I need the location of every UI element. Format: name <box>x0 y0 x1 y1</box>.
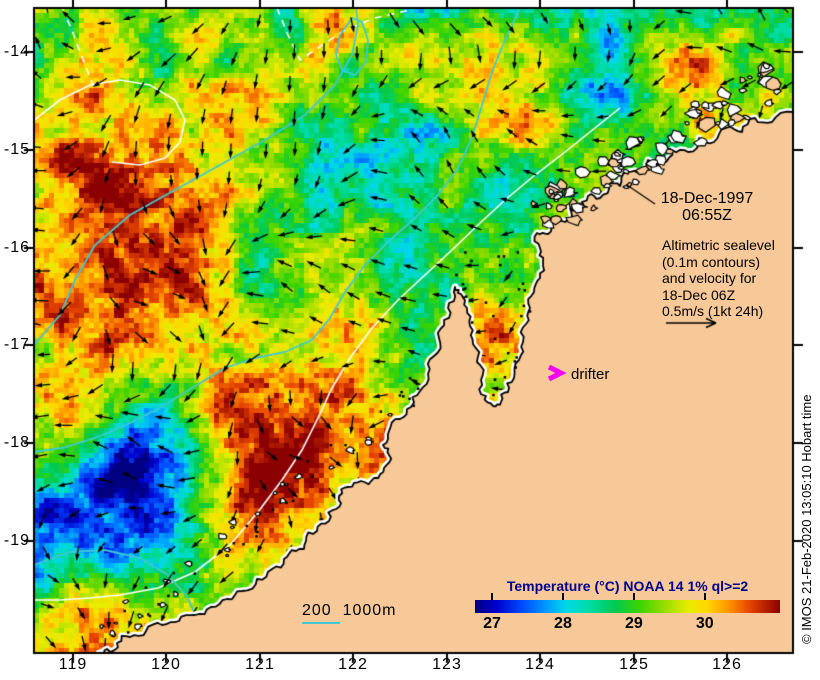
y-axis-tick-label: -18 <box>3 434 30 451</box>
x-axis-tick-label: 120 <box>151 656 181 673</box>
y-axis-tick-label: -14 <box>3 43 30 60</box>
colorbar-gradient <box>475 600 780 613</box>
colorbar-tick <box>632 593 635 600</box>
time-line: 06:55Z <box>682 207 732 224</box>
colorbar-tick <box>703 593 706 600</box>
annotation-line: 0.5m/s (1kt 24h) <box>662 303 764 320</box>
isobath-legend-line <box>302 622 340 624</box>
colorbar-tick-label: 28 <box>554 615 572 632</box>
date-line: 18-Dec-1997 <box>660 190 754 207</box>
sst-map-figure: 119 120 121 122 123 124 125 126 -14 -15 … <box>0 0 820 680</box>
annotation-line: 18-Dec 06Z <box>662 286 736 303</box>
y-axis-tick-label: -17 <box>3 336 30 353</box>
colorbar-tick-label: 30 <box>695 615 714 632</box>
colorbar-tick-label: 29 <box>624 615 643 632</box>
colorbar-tick <box>561 593 564 600</box>
x-axis-tick-label: 124 <box>525 656 555 673</box>
credit-text: © IMOS 21-Feb-2020 13:05:10 Hobart time <box>799 394 814 644</box>
x-axis-tick-label: 123 <box>432 656 462 673</box>
x-axis-tick-label: 122 <box>338 656 368 673</box>
drifter-label: drifter <box>571 366 610 383</box>
annotation-line: (0.1m contours) <box>662 253 761 270</box>
x-axis-tick-label: 126 <box>712 656 742 673</box>
y-axis-tick-label: -16 <box>3 239 30 256</box>
altimetry-annotation: Altimetric sealevel (0.1m contours) and … <box>662 237 775 320</box>
colorbar-tick-label: 27 <box>483 615 501 632</box>
isobath-legend-label: 200 1000m <box>302 602 397 619</box>
annotation-line: and velocity for <box>662 270 757 287</box>
x-axis-tick-label: 125 <box>619 656 649 673</box>
drifter-marker-icon <box>547 364 567 382</box>
colorbar-tick <box>491 593 494 600</box>
y-axis-tick-label: -19 <box>3 532 30 549</box>
x-axis-tick-label: 121 <box>245 656 275 673</box>
drifter-annotation: drifter <box>546 364 609 384</box>
annotation-line: Altimetric sealevel <box>662 237 775 253</box>
x-axis-tick-label: 119 <box>58 656 88 673</box>
y-axis-tick-label: -15 <box>3 141 30 158</box>
date-annotation: 18-Dec-1997 06:55Z <box>658 190 756 224</box>
colorbar-title: Temperature (°C) NOAA 14 1% ql>=2 <box>506 578 749 594</box>
